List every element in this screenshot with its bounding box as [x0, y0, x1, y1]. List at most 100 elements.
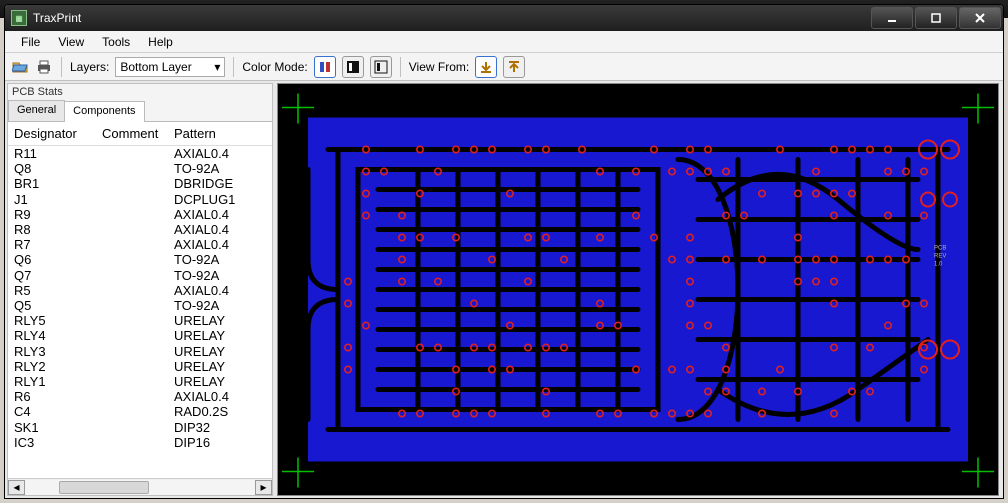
cell-pattern: AXIAL0.4 [174, 146, 266, 161]
cell-designator: RLY3 [14, 344, 102, 359]
cell-comment [102, 268, 174, 283]
scroll-right-icon[interactable]: ▸ [255, 480, 272, 495]
print-icon[interactable] [35, 58, 53, 76]
cell-pattern: TO-92A [174, 252, 266, 267]
close-button[interactable] [959, 7, 1001, 29]
cell-comment [102, 176, 174, 191]
scroll-track[interactable] [25, 480, 255, 495]
table-row[interactable]: RLY2 URELAY [8, 359, 272, 374]
table-row[interactable]: R8 AXIAL0.4 [8, 222, 272, 237]
cell-designator: RLY2 [14, 359, 102, 374]
pcb-render: PCBREV1.0 [278, 84, 998, 495]
layers-dropdown[interactable]: Bottom Layer ▾ [115, 57, 225, 77]
table-row[interactable]: C4RAD0.2S [8, 404, 272, 419]
menu-help[interactable]: Help [148, 35, 173, 49]
scroll-thumb[interactable] [59, 481, 149, 494]
cell-designator: BR1 [14, 176, 102, 191]
cell-comment [102, 435, 174, 450]
chevron-down-icon: ▾ [214, 60, 220, 74]
cell-comment [102, 313, 174, 328]
cell-pattern: URELAY [174, 344, 266, 359]
menu-tools[interactable]: Tools [102, 35, 130, 49]
table-row[interactable]: J1DCPLUG1 [8, 192, 272, 207]
minimize-button[interactable] [871, 7, 913, 29]
header-comment[interactable]: Comment [102, 126, 174, 141]
svg-text:REV: REV [934, 254, 946, 260]
viewfrom-top-button[interactable] [475, 56, 497, 78]
table-body: R11AXIAL0.4Q8TO-92ABR1DBRIDGEJ1DCPLUG1R9… [8, 146, 272, 478]
app-window: ▦ TraxPrint File View Tools Help Layers:… [4, 4, 1004, 499]
cell-designator: Q5 [14, 298, 102, 313]
cell-designator: IC3 [14, 435, 102, 450]
table-row[interactable]: Q8TO-92A [8, 161, 272, 176]
maximize-button[interactable] [915, 7, 957, 29]
menubar: File View Tools Help [5, 31, 1003, 53]
cell-pattern: URELAY [174, 313, 266, 328]
cell-designator: C4 [14, 404, 102, 419]
cell-pattern: DIP32 [174, 420, 266, 435]
cell-pattern: URELAY [174, 359, 266, 374]
cell-comment [102, 359, 174, 374]
cell-designator: R8 [14, 222, 102, 237]
table-row[interactable]: RLY3 URELAY [8, 344, 272, 359]
cell-designator: R6 [14, 389, 102, 404]
horizontal-scrollbar[interactable]: ◂ ▸ [8, 478, 272, 495]
panel-title: PCB Stats [8, 84, 272, 100]
separator [400, 57, 401, 77]
cell-pattern: AXIAL0.4 [174, 222, 266, 237]
viewfrom-label: View From: [409, 60, 469, 74]
table-row[interactable]: RLY1 URELAY [8, 374, 272, 389]
colormode-mono-button[interactable] [370, 56, 392, 78]
viewfrom-bottom-button[interactable] [503, 56, 525, 78]
separator [233, 57, 234, 77]
cell-pattern: URELAY [174, 374, 266, 389]
table-row[interactable]: Q7TO-92A [8, 268, 272, 283]
open-icon[interactable] [11, 58, 29, 76]
tab-components[interactable]: Components [64, 101, 144, 122]
panel-tabs: General Components [8, 100, 272, 122]
table-row[interactable]: RLY4URELAY [8, 328, 272, 343]
colormode-dark-button[interactable] [342, 56, 364, 78]
workspace: PCB Stats General Components Designator … [5, 81, 1003, 498]
cell-comment [102, 192, 174, 207]
menu-file[interactable]: File [21, 35, 40, 49]
layers-label: Layers: [70, 60, 109, 74]
table-row[interactable]: RLY5 URELAY [8, 313, 272, 328]
cell-designator: RLY1 [14, 374, 102, 389]
cell-comment [102, 328, 174, 343]
cell-comment [102, 298, 174, 313]
scroll-left-icon[interactable]: ◂ [8, 480, 25, 495]
colormode-label: Color Mode: [242, 60, 307, 74]
window-controls [871, 5, 1003, 31]
cell-pattern: URELAY [174, 328, 266, 343]
colormode-color-button[interactable] [314, 56, 336, 78]
table-row[interactable]: Q6TO-92A [8, 252, 272, 267]
table-row[interactable]: R9AXIAL0.4 [8, 207, 272, 222]
table-row[interactable]: IC3 DIP16 [8, 435, 272, 450]
cell-comment [102, 420, 174, 435]
header-pattern[interactable]: Pattern [174, 126, 266, 141]
cell-designator: RLY5 [14, 313, 102, 328]
table-row[interactable]: SK1DIP32 [8, 420, 272, 435]
titlebar[interactable]: ▦ TraxPrint [5, 5, 1003, 31]
cell-comment [102, 389, 174, 404]
table-row[interactable]: R6AXIAL0.4 [8, 389, 272, 404]
table-row[interactable]: Q5TO-92A [8, 298, 272, 313]
pcb-viewport[interactable]: PCBREV1.0 [277, 83, 999, 496]
table-row[interactable]: BR1DBRIDGE [8, 176, 272, 191]
header-designator[interactable]: Designator [14, 126, 102, 141]
table-row[interactable]: R5AXIAL0.4 [8, 283, 272, 298]
menu-view[interactable]: View [58, 35, 84, 49]
cell-designator: Q8 [14, 161, 102, 176]
pcb-stats-panel: PCB Stats General Components Designator … [7, 83, 273, 496]
table-row[interactable]: R7AXIAL0.4 [8, 237, 272, 252]
layers-value: Bottom Layer [120, 60, 191, 74]
table-row[interactable]: R11AXIAL0.4 [8, 146, 272, 161]
cell-comment [102, 374, 174, 389]
cell-pattern: AXIAL0.4 [174, 207, 266, 222]
tab-general[interactable]: General [8, 100, 65, 121]
window-title: TraxPrint [33, 11, 865, 25]
cell-comment [102, 161, 174, 176]
cell-designator: Q7 [14, 268, 102, 283]
cell-pattern: DIP16 [174, 435, 266, 450]
